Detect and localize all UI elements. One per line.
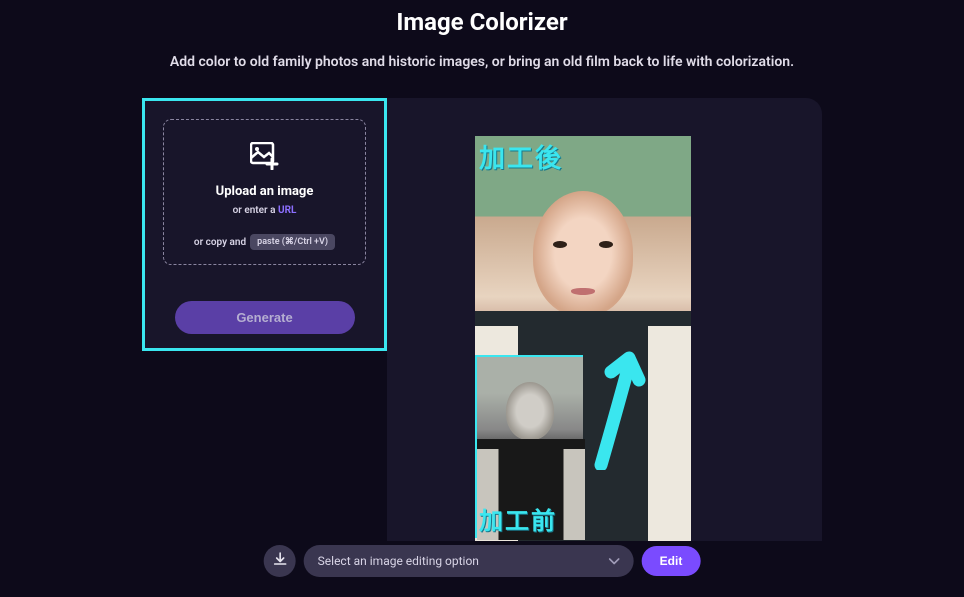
- upload-image-icon: [250, 142, 280, 174]
- main-container: Upload an image or enter a URL or copy a…: [142, 98, 822, 541]
- generate-button[interactable]: Generate: [175, 301, 355, 334]
- download-icon: [272, 552, 287, 570]
- label-after: 加工後: [479, 138, 563, 175]
- preview-image: 加工後 加工前: [475, 136, 691, 538]
- upload-title: Upload an image: [172, 184, 357, 199]
- copy-and-label: or copy and: [194, 237, 246, 248]
- arrow-icon: [589, 350, 649, 474]
- or-enter-label: or enter a: [233, 205, 276, 216]
- select-placeholder: Select an image editing option: [318, 554, 479, 568]
- page-subtitle: Add color to old family photos and histo…: [0, 54, 964, 70]
- upload-or-url-text: or enter a URL: [172, 205, 357, 216]
- chevron-down-icon: [609, 555, 620, 568]
- url-link[interactable]: URL: [278, 205, 296, 216]
- preview-panel: 加工後 加工前: [387, 98, 822, 541]
- label-before: 加工前: [479, 501, 557, 536]
- paste-shortcut-badge: paste (⌘/Ctrl +V): [250, 234, 335, 250]
- page-title: Image Colorizer: [0, 0, 964, 36]
- edit-option-select[interactable]: Select an image editing option: [304, 545, 634, 577]
- download-button[interactable]: [264, 545, 296, 577]
- upload-panel: Upload an image or enter a URL or copy a…: [142, 98, 387, 351]
- bottom-bar: Select an image editing option Edit: [264, 545, 701, 577]
- upload-dropzone[interactable]: Upload an image or enter a URL or copy a…: [163, 119, 366, 265]
- edit-button[interactable]: Edit: [642, 546, 701, 576]
- paste-instruction: or copy and paste (⌘/Ctrl +V): [172, 234, 357, 250]
